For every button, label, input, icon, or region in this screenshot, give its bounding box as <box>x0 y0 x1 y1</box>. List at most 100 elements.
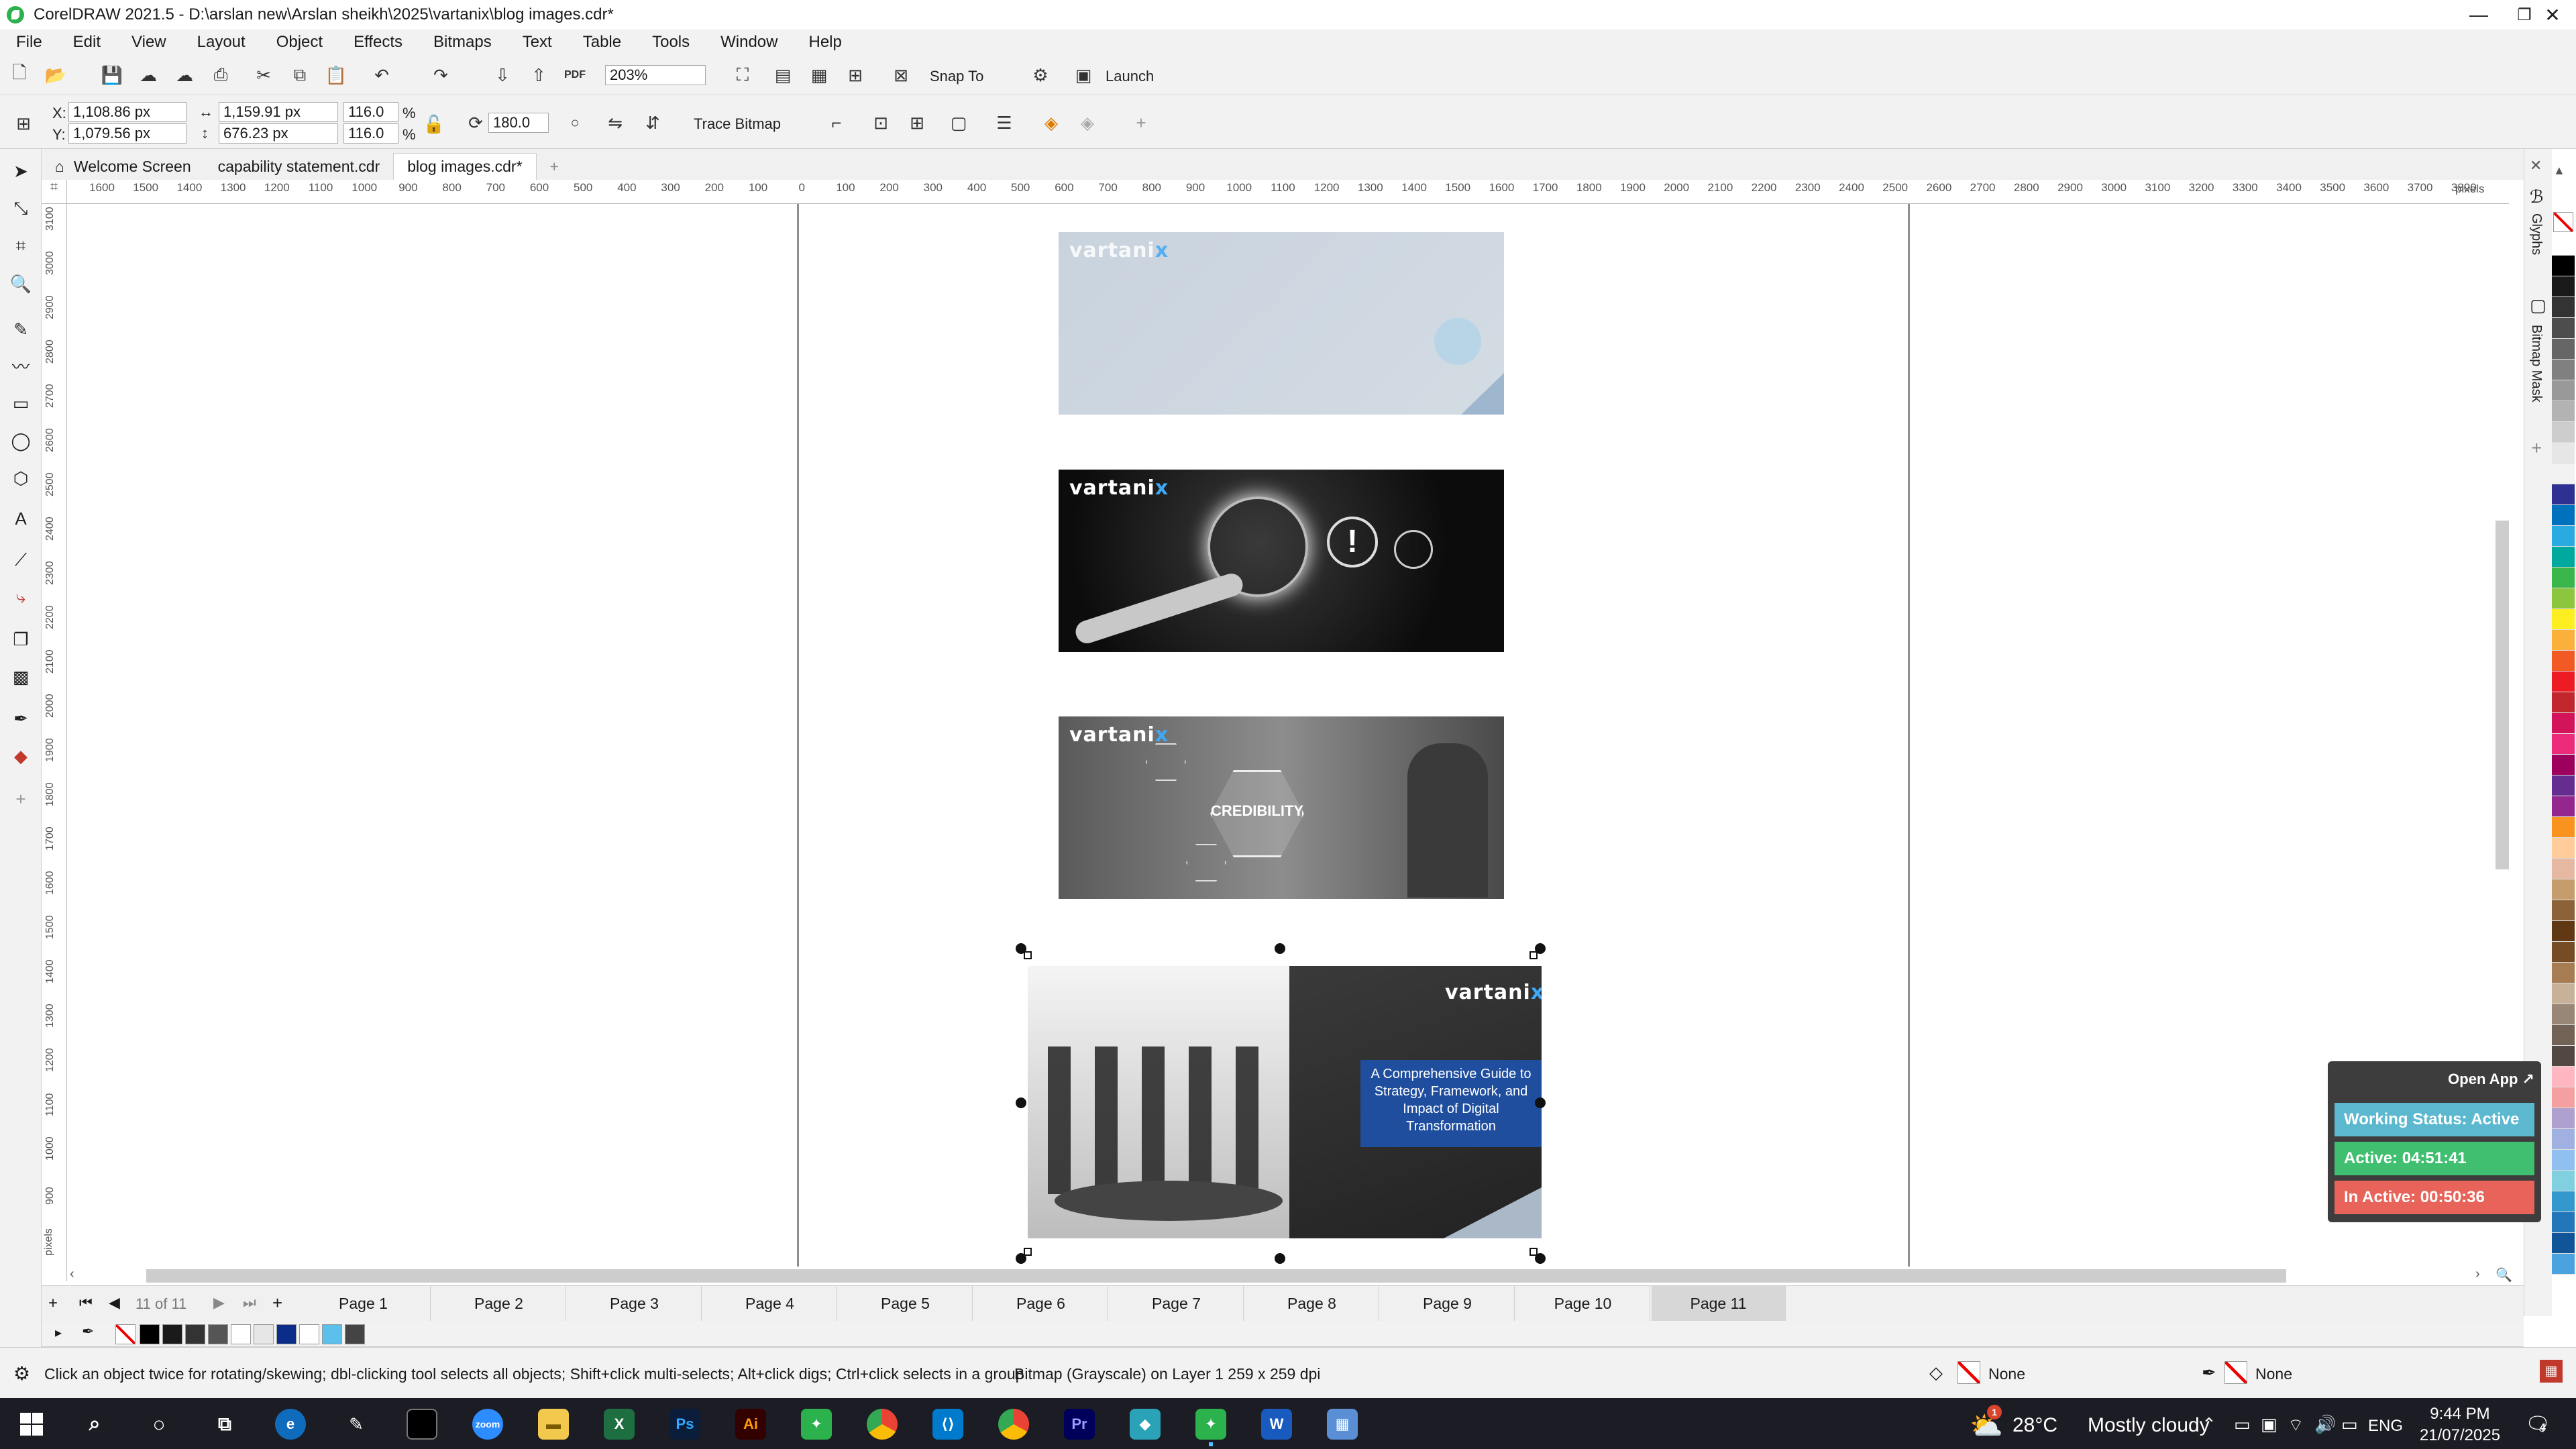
menu-help[interactable]: Help <box>808 33 841 52</box>
palette-swatch[interactable] <box>2552 900 2575 921</box>
battery-icon[interactable]: ▭ <box>2341 1414 2358 1435</box>
chrome-icon[interactable] <box>867 1409 898 1440</box>
palette-swatch[interactable] <box>2552 713 2575 734</box>
eyedropper-icon[interactable]: ✒ <box>82 1323 94 1340</box>
crop-bitmap-icon[interactable]: ⌐ <box>825 111 848 134</box>
shape-tool-icon[interactable]: ⤡ <box>9 197 32 220</box>
object-origin-icon[interactable]: ⊞ <box>7 110 40 137</box>
lock-ratio-icon[interactable]: 🔓 <box>423 113 445 136</box>
palette-scroll-up-icon[interactable]: ▲ <box>2553 164 2565 178</box>
page-tab-11[interactable]: Page 11 <box>1652 1286 1786 1321</box>
palette-swatch[interactable] <box>2552 672 2575 692</box>
start-windows-icon[interactable] <box>20 1413 43 1436</box>
color-palette[interactable] <box>2552 235 2575 1295</box>
palette-swatch[interactable] <box>2552 1108 2575 1129</box>
edge-browser-icon[interactable]: e <box>275 1409 306 1440</box>
palette-swatch[interactable] <box>2552 1171 2575 1191</box>
palette-swatch[interactable] <box>2552 505 2575 526</box>
page-tab-5[interactable]: Page 5 <box>839 1286 973 1321</box>
page-tab-8[interactable]: Page 8 <box>1245 1286 1379 1321</box>
palette-menu-icon[interactable]: ▸ <box>55 1324 62 1341</box>
network-icon[interactable]: ⌔ <box>2288 1414 2304 1436</box>
import-icon[interactable]: ⇩ <box>491 64 514 87</box>
page-tab-3[interactable]: Page 3 <box>568 1286 702 1321</box>
palette-swatch[interactable] <box>2552 734 2575 755</box>
palette-swatch[interactable] <box>2552 526 2575 547</box>
vertical-ruler[interactable]: 3100 3000 2900 2800 2700 2600 2500 2400 2300 2200… <box>42 204 67 1281</box>
palette-swatch[interactable] <box>2552 942 2575 963</box>
terminal-icon[interactable] <box>407 1409 437 1440</box>
zoom-to-fit-icon[interactable]: 🔍 <box>2496 1267 2512 1283</box>
document-swatch[interactable] <box>231 1324 251 1344</box>
calculator-icon[interactable]: ▦ <box>1327 1409 1358 1440</box>
launch-icon[interactable]: ▣ <box>1072 64 1095 87</box>
print-icon[interactable]: ⎙ <box>209 64 232 87</box>
blog-image-1[interactable]: vartanix <box>1059 232 1504 415</box>
add-page-before-icon[interactable]: + <box>48 1294 58 1313</box>
selection-handle-bottom[interactable] <box>1275 1253 1285 1264</box>
blog-image-4-selected[interactable]: vartanix A Comprehensive Guide to Strate… <box>1028 966 1542 1238</box>
drawing-canvas[interactable]: vartanix vartanix ! vartanix CREDIBILITY… <box>67 204 2509 1267</box>
close-docker-icon[interactable]: ✕ <box>2530 157 2542 174</box>
text-tool-icon[interactable]: A <box>9 507 32 530</box>
document-swatch[interactable] <box>208 1324 228 1344</box>
palette-swatch[interactable] <box>2552 1087 2575 1108</box>
palette-swatch[interactable] <box>2552 879 2575 900</box>
document-swatch[interactable] <box>322 1324 342 1344</box>
drop-shadow-icon[interactable]: ❐ <box>9 628 32 651</box>
palette-swatch[interactable] <box>2552 609 2575 630</box>
cloud-upload-icon[interactable]: ☁ <box>137 64 160 87</box>
scale-width-field[interactable]: 116.0 <box>343 102 398 122</box>
add-tool-icon[interactable]: + <box>9 788 32 810</box>
fill-swatch[interactable] <box>1957 1361 1980 1384</box>
polygon-tool-icon[interactable]: ⬡ <box>9 467 32 490</box>
open-folder-icon[interactable]: 📂 <box>44 64 67 87</box>
palette-swatch[interactable] <box>2552 838 2575 859</box>
paste-icon[interactable]: 📋 <box>325 64 347 87</box>
menu-bitmaps[interactable]: Bitmaps <box>433 33 492 52</box>
word-icon[interactable]: W <box>1261 1409 1292 1440</box>
glyphs-icon[interactable]: ℬ <box>2530 186 2543 207</box>
outline-swatch[interactable] <box>2224 1361 2247 1384</box>
illustrator-icon[interactable]: Ai <box>735 1409 766 1440</box>
glyphs-docker-tab[interactable]: Glyphs <box>2528 213 2544 255</box>
palette-swatch[interactable] <box>2552 464 2575 484</box>
crop-tool-icon[interactable]: ⌗ <box>9 235 32 258</box>
export-icon[interactable]: ⇧ <box>527 64 550 87</box>
palette-swatch[interactable] <box>2552 235 2575 256</box>
scroll-right-icon[interactable]: › <box>2475 1267 2480 1282</box>
meet-now-icon[interactable]: ▭ <box>2234 1414 2251 1435</box>
selection-handle-left[interactable] <box>1016 1097 1026 1108</box>
page-tab-1[interactable]: Page 1 <box>297 1286 431 1321</box>
clock-time[interactable]: 9:44 PM <box>2423 1405 2497 1424</box>
previous-page-icon[interactable]: ◀ <box>109 1294 120 1311</box>
zoom-tool-icon[interactable]: 🔍 <box>9 272 32 295</box>
clock-date[interactable]: 21/07/2025 <box>2416 1426 2504 1445</box>
palette-swatch[interactable] <box>2552 1254 2575 1275</box>
photoshop-icon[interactable]: Ps <box>669 1409 700 1440</box>
ruler-origin-icon[interactable]: ⌗ <box>42 180 67 204</box>
palette-swatch[interactable] <box>2552 1150 2575 1171</box>
document-swatch[interactable] <box>140 1324 160 1344</box>
artistic-media-icon[interactable]: 〰 <box>9 354 32 377</box>
palette-swatch[interactable] <box>2552 318 2575 339</box>
scale-height-field[interactable]: 116.0 <box>343 123 398 144</box>
palette-swatch[interactable] <box>2552 297 2575 318</box>
palette-swatch[interactable] <box>2552 1067 2575 1087</box>
notifications-icon[interactable]: 🗨 <box>2525 1413 2551 1436</box>
to-front-icon[interactable]: ◈ <box>1040 111 1063 134</box>
search-icon[interactable]: ⌕ <box>79 1409 110 1440</box>
freehand-tool-icon[interactable]: ✎ <box>9 318 32 341</box>
options-gear-icon[interactable]: ⚙ <box>1029 64 1052 87</box>
new-tab-button[interactable]: + <box>537 153 572 180</box>
coreldraw-active-icon[interactable]: ✦ <box>1195 1409 1226 1440</box>
menu-tools[interactable]: Tools <box>652 33 690 52</box>
vscode-icon[interactable]: ⟨⟩ <box>932 1409 963 1440</box>
show-hidden-icons[interactable]: ⌃ <box>2202 1414 2216 1435</box>
grid-icon[interactable]: ▦ <box>808 64 830 87</box>
palette-swatch[interactable] <box>2552 1129 2575 1150</box>
close-button[interactable]: ✕ <box>2529 0 2576 30</box>
snap-to-dropdown[interactable]: Snap To <box>930 68 983 85</box>
first-page-icon[interactable]: ⏮ <box>79 1294 93 1311</box>
transparency-tool-icon[interactable]: ▩ <box>9 665 32 688</box>
